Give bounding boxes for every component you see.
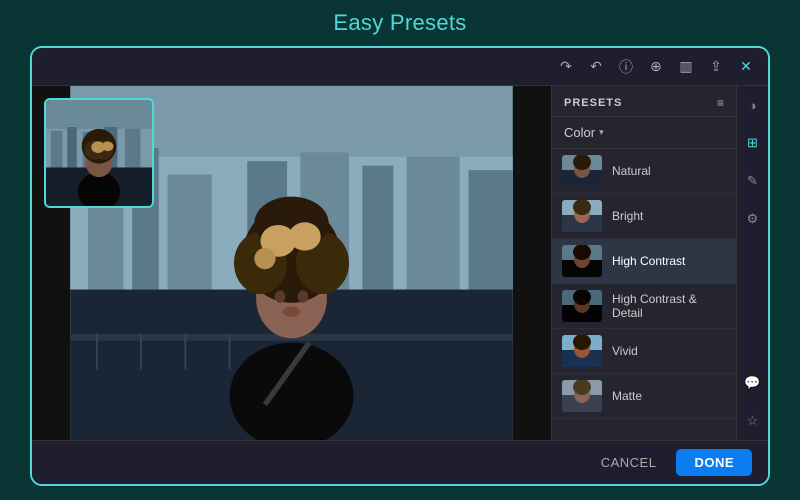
presets-header: PRESETS ≡: [552, 86, 736, 117]
preset-name-matte: Matte: [612, 389, 642, 403]
preset-item-matte[interactable]: Matte: [552, 374, 736, 419]
preset-item-vivid[interactable]: Vivid: [552, 329, 736, 374]
undo-icon[interactable]: ↶: [586, 57, 606, 77]
presets-panel: PRESETS ≡ Color ▾: [551, 86, 736, 440]
thumbnail-overlay: [44, 98, 154, 208]
color-filter-label: Color: [564, 125, 595, 140]
share-icon[interactable]: ⇪: [706, 57, 726, 77]
compare-icon[interactable]: ▥: [676, 57, 696, 77]
comment-icon[interactable]: 💬: [742, 372, 764, 394]
preset-name-natural: Natural: [612, 164, 651, 178]
preset-thumb-matte: [562, 380, 602, 412]
done-button[interactable]: DONE: [676, 449, 752, 476]
photo-area: [32, 86, 551, 440]
redo-icon[interactable]: ↷: [556, 57, 576, 77]
preset-thumb-high-contrast: [562, 245, 602, 277]
settings-icon[interactable]: ⚙: [742, 208, 764, 230]
preset-thumb-natural: [562, 155, 602, 187]
preset-name-high-contrast: High Contrast: [612, 254, 685, 268]
right-sidebar: ◑ ⊞ ✎ ⚙ 💬 ☆: [736, 86, 768, 440]
close-icon[interactable]: ✕: [736, 57, 756, 77]
preset-name-high-contrast-detail: High Contrast & Detail: [612, 292, 726, 320]
star-icon[interactable]: ☆: [742, 410, 764, 432]
preset-item-high-contrast[interactable]: High Contrast: [552, 239, 736, 284]
preset-item-bright[interactable]: Bright: [552, 194, 736, 239]
thumbnail-photo: [46, 100, 152, 206]
main-area: PRESETS ≡ Color ▾: [32, 86, 768, 440]
preset-name-bright: Bright: [612, 209, 643, 223]
preset-thumb-vivid: [562, 335, 602, 367]
presets-icon[interactable]: ⊞: [742, 132, 764, 154]
toolbar: ↷ ↶ ⓘ ⊕ ▥ ⇪ ✕: [32, 48, 768, 86]
edit-icon[interactable]: ✎: [742, 170, 764, 192]
preset-thumb-bright: [562, 200, 602, 232]
presets-menu-icon[interactable]: ≡: [717, 96, 724, 110]
chevron-down-icon: ▾: [599, 127, 604, 138]
app-container: ↷ ↶ ⓘ ⊕ ▥ ⇪ ✕: [30, 46, 770, 486]
preset-thumb-high-contrast-detail: [562, 290, 602, 322]
presets-title: PRESETS: [564, 97, 622, 109]
preset-item-high-contrast-detail[interactable]: High Contrast & Detail: [552, 284, 736, 329]
page-title: Easy Presets: [333, 10, 466, 36]
preset-list: Natural Bright: [552, 149, 736, 440]
preset-name-vivid: Vivid: [612, 344, 638, 358]
bottom-bar: CANCEL DONE: [32, 440, 768, 484]
add-icon[interactable]: ⊕: [646, 57, 666, 77]
info-icon[interactable]: ⓘ: [616, 57, 636, 77]
color-filter[interactable]: Color ▾: [552, 117, 736, 149]
preset-item-natural[interactable]: Natural: [552, 149, 736, 194]
masking-icon[interactable]: ◑: [742, 94, 764, 116]
cancel-button[interactable]: CANCEL: [601, 455, 657, 470]
